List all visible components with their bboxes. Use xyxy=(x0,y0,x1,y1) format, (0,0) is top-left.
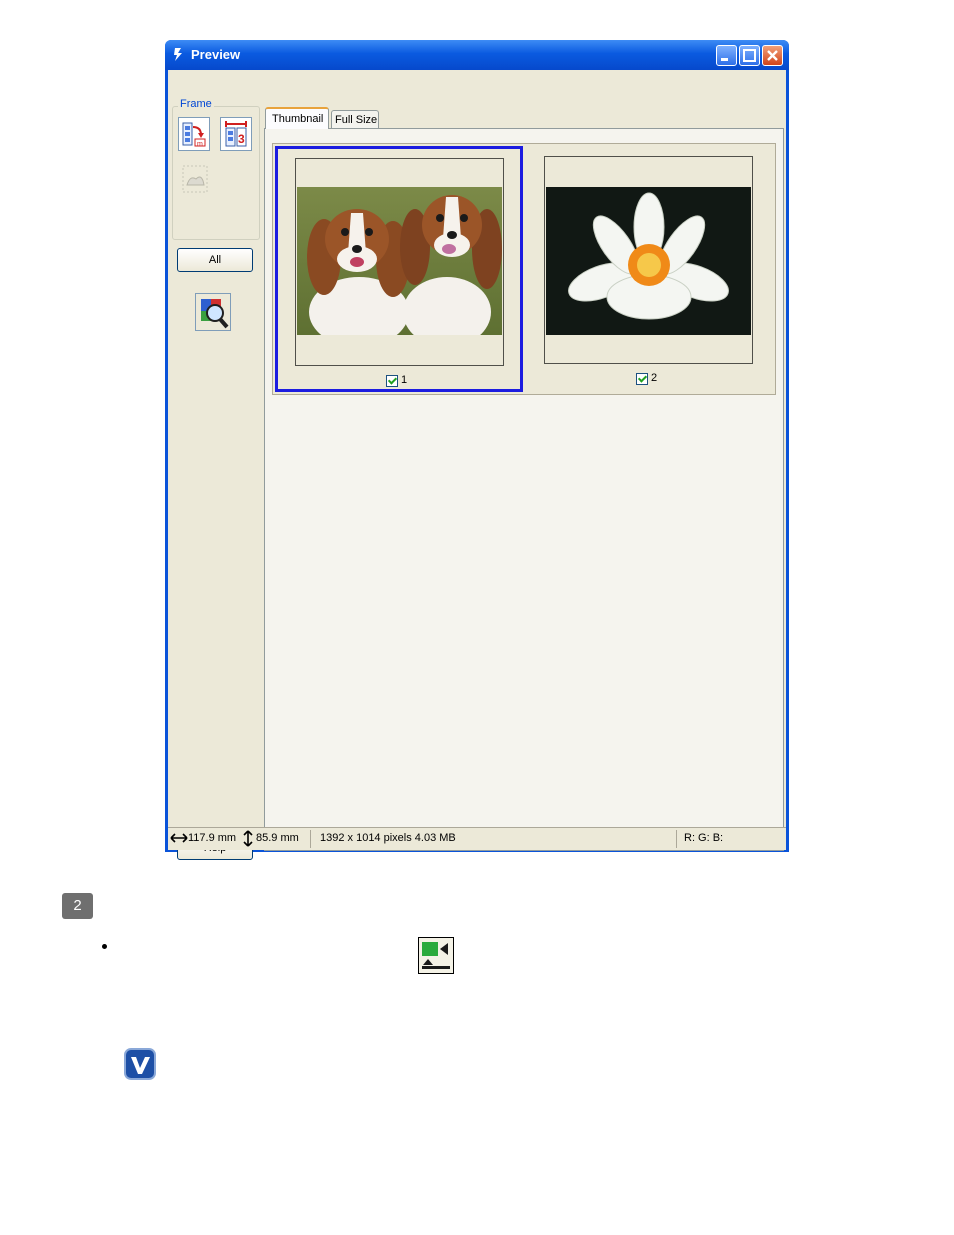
window-title: Preview xyxy=(191,47,241,62)
frame-selection-icon: 3 xyxy=(225,121,247,147)
maximize-button[interactable] xyxy=(739,45,760,66)
status-divider xyxy=(676,830,677,848)
thumbnail-2-number: 2 xyxy=(651,372,658,384)
status-bar: 117.9 mm 85.9 mm 1392 x 1014 pixels 4.03… xyxy=(168,827,786,850)
thumbnail-1-checkbox[interactable] xyxy=(386,375,398,387)
svg-text:3: 3 xyxy=(238,132,245,146)
thumbnail-1-number: 1 xyxy=(401,374,408,386)
all-button-label: All xyxy=(208,254,222,266)
title-bar[interactable]: Preview xyxy=(165,40,789,70)
height-arrow-icon xyxy=(241,830,255,850)
maximize-icon xyxy=(740,46,759,65)
minimize-button[interactable] xyxy=(716,45,737,66)
close-button[interactable] xyxy=(762,45,783,66)
tab-full-size[interactable]: Full Size xyxy=(331,110,379,129)
frame-disabled-button[interactable] xyxy=(178,161,210,195)
zoom-button[interactable] xyxy=(195,293,231,331)
tab-thumbnail[interactable]: Thumbnail xyxy=(265,107,329,129)
minimize-icon xyxy=(717,46,736,65)
frame-auto-locate-button[interactable]: m xyxy=(178,117,210,151)
two-dogs-photo xyxy=(297,187,502,335)
status-image-info: 1392 x 1014 pixels 4.03 MB xyxy=(320,832,456,844)
status-width: 117.9 mm xyxy=(188,832,237,844)
frame-auto-locate-icon: m xyxy=(182,122,206,147)
close-icon xyxy=(763,46,782,65)
frame-group-label: Frame xyxy=(178,98,214,110)
scanner-app-icon xyxy=(171,46,187,62)
bullet-point xyxy=(102,944,107,949)
full-size-preview-icon xyxy=(418,937,454,974)
width-arrow-icon xyxy=(170,831,188,848)
thumbnail-2[interactable]: 2 xyxy=(524,144,775,394)
frame-disabled-icon xyxy=(182,165,208,193)
thumbnail-frame xyxy=(295,158,504,366)
thumbnail-frame xyxy=(544,156,753,364)
zoom-magnifier-icon xyxy=(201,299,229,329)
step-number-badge: 2 xyxy=(62,893,93,919)
status-divider xyxy=(310,830,311,848)
frame-select-button[interactable]: 3 xyxy=(220,117,252,151)
white-water-lily-photo xyxy=(546,187,751,335)
status-height: 85.9 mm xyxy=(256,832,299,844)
svg-text:m: m xyxy=(197,141,203,147)
status-rgb: R: G: B: xyxy=(684,832,724,844)
window-client-area: Frame m 3 All Thumbnail Full Size 1 2 11… xyxy=(168,70,786,860)
thumbnail-1[interactable]: 1 xyxy=(275,146,523,392)
preview-window: Preview Frame m 3 All Thumbnail Full Siz… xyxy=(165,40,789,860)
thumbnail-2-checkbox[interactable] xyxy=(636,373,648,385)
thumbnail-strip: 1 2 xyxy=(272,143,776,395)
note-checkmark-icon xyxy=(124,1048,156,1080)
all-button[interactable]: All xyxy=(177,248,253,272)
